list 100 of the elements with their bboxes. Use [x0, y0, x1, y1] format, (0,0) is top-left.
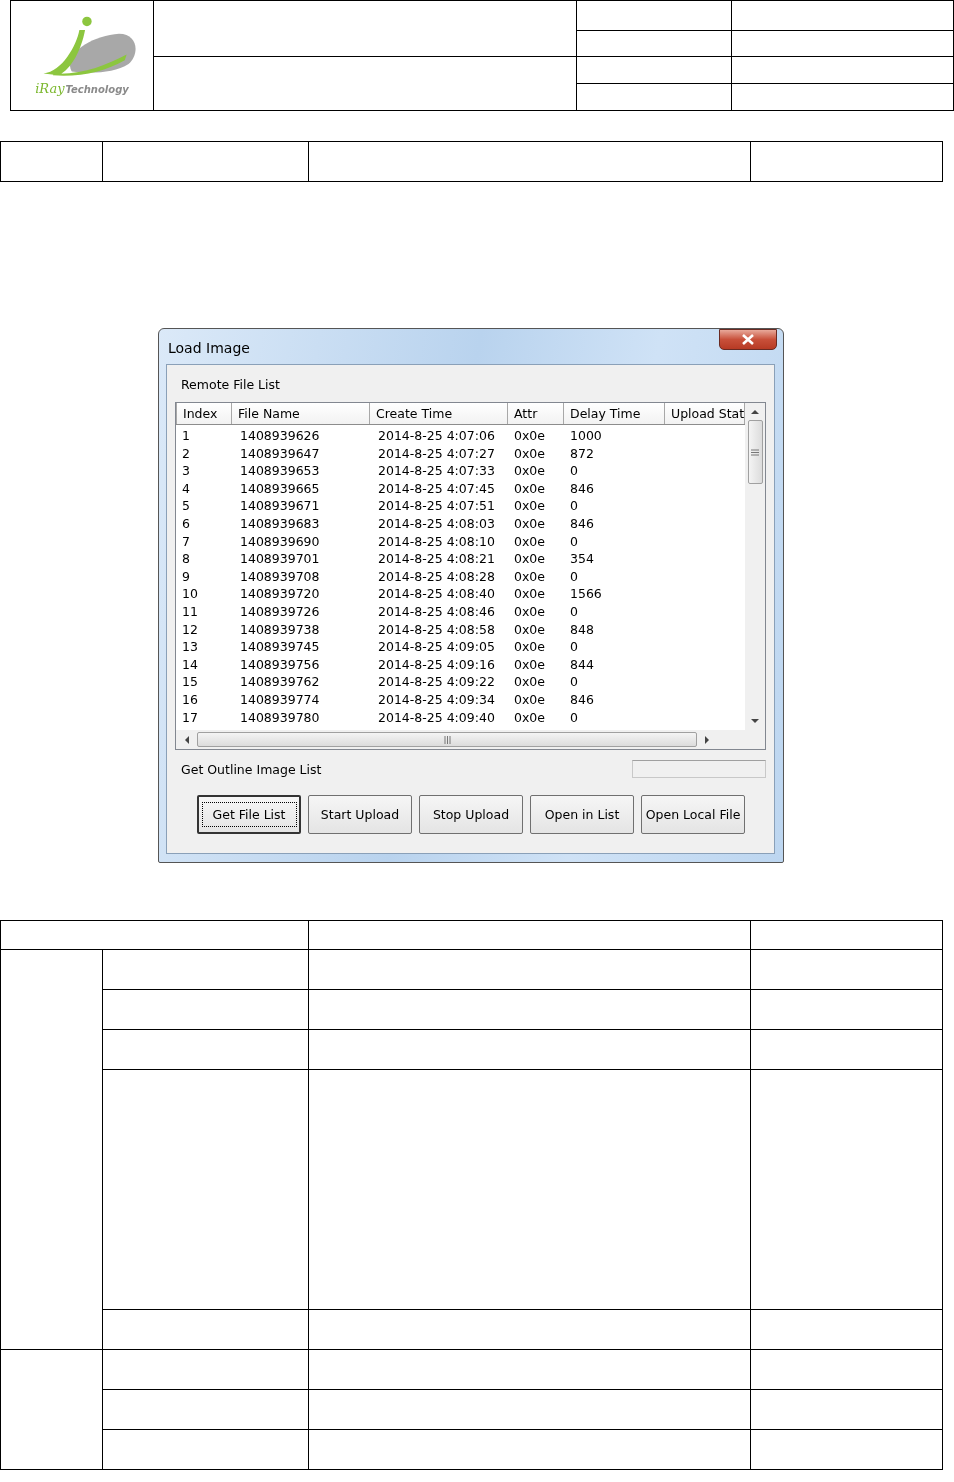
scroll-right-arrow-icon[interactable]	[705, 735, 710, 744]
table-cell: 4	[182, 480, 190, 496]
table-cell: 2	[182, 445, 190, 461]
table-cell: 0x0e	[514, 639, 545, 655]
column-header[interactable]: Delay Time	[564, 403, 665, 424]
table-cell: 1566	[570, 586, 602, 602]
table-cell: 2014-8-25 4:08:03	[378, 515, 495, 531]
table-cell: 0x0e	[514, 568, 545, 584]
table-cell: 10	[182, 586, 198, 602]
table-cell: 1408939720	[240, 586, 320, 602]
table-cell: 2014-8-25 4:09:05	[378, 639, 495, 655]
logo-tagline: Technology	[65, 84, 129, 95]
table-cell: 1408939708	[240, 568, 320, 584]
table-cell: 1408939780	[240, 709, 320, 725]
table-cell: 0x0e	[514, 691, 545, 707]
logo-brand: iRay	[35, 81, 65, 96]
table-cell: 1000	[570, 428, 602, 443]
table-cell: 16	[182, 691, 198, 707]
table-cell: 0x0e	[514, 445, 545, 461]
table-cell: 2014-8-25 4:07:27	[378, 445, 495, 461]
table-cell: 848	[570, 621, 594, 637]
table-cell: 0x0e	[514, 586, 545, 602]
dialog-button[interactable]: Stop Upload	[419, 795, 523, 834]
table-cell: 846	[570, 515, 594, 531]
dialog-button[interactable]: Get File List	[197, 795, 301, 834]
table-cell: 2014-8-25 4:09:22	[378, 674, 495, 690]
column-header[interactable]: Attr	[508, 403, 564, 424]
table-cell: 354	[570, 551, 594, 567]
table-cell: 1408939756	[240, 656, 320, 672]
table-cell: 3	[182, 463, 190, 479]
table-cell: 846	[570, 480, 594, 496]
table-cell: 13	[182, 639, 198, 655]
table-cell: 8	[182, 551, 190, 567]
table-cell: 0	[570, 603, 578, 619]
window-title: Load Image	[168, 339, 250, 356]
table-cell: 2014-8-25 4:08:10	[378, 533, 495, 549]
table-cell: 846	[570, 691, 594, 707]
table-cell: 0x0e	[514, 533, 545, 549]
table-cell: 1408939738	[240, 621, 320, 637]
scroll-down-arrow-icon[interactable]	[751, 719, 759, 724]
table-cell: 0x0e	[514, 551, 545, 567]
table-cell: 1408939626	[240, 428, 320, 443]
table-cell: 2014-8-25 4:09:40	[378, 709, 495, 725]
table-cell: 2014-8-25 4:07:06	[378, 428, 495, 443]
table-cell: 6	[182, 515, 190, 531]
table-cell: 2014-8-25 4:08:46	[378, 603, 495, 619]
table-cell: 1408939653	[240, 463, 320, 479]
scrollbar-thumb[interactable]	[197, 732, 697, 747]
table-cell: 0	[570, 533, 578, 549]
table-cell: 0	[570, 568, 578, 584]
dialog-button[interactable]: Start Upload	[308, 795, 412, 834]
table-cell: 1408939671	[240, 498, 320, 514]
table-cell: 0x0e	[514, 463, 545, 479]
table-cell: 0x0e	[514, 603, 545, 619]
column-header[interactable]: File Name	[232, 403, 370, 424]
table-cell: 1408939726	[240, 603, 320, 619]
table-cell: 2014-8-25 4:08:58	[378, 621, 495, 637]
table-cell: 2014-8-25 4:08:21	[378, 551, 495, 567]
table-cell: 1408939665	[240, 480, 320, 496]
table-cell: 2014-8-25 4:07:33	[378, 463, 495, 479]
column-header[interactable]: Index	[176, 403, 232, 424]
table-cell: 0x0e	[514, 480, 545, 496]
table-cell: 0x0e	[514, 498, 545, 514]
table-cell: 17	[182, 709, 198, 725]
table-cell: 15	[182, 674, 198, 690]
scroll-up-arrow-icon[interactable]	[751, 409, 759, 414]
table-cell: 1408939690	[240, 533, 320, 549]
table-cell: 0	[570, 639, 578, 655]
table-cell: 1408939683	[240, 515, 320, 531]
dialog-button[interactable]: Open Local File	[641, 795, 745, 834]
table-cell: 0x0e	[514, 656, 545, 672]
scroll-left-arrow-icon[interactable]	[184, 735, 189, 744]
table-cell: 2014-8-25 4:07:45	[378, 480, 495, 496]
table-cell: 0x0e	[514, 428, 545, 443]
table-cell: 14	[182, 656, 198, 672]
table-cell: 1408939745	[240, 639, 320, 655]
table-cell: 1408939762	[240, 674, 320, 690]
column-header[interactable]: Create Time	[370, 403, 508, 424]
close-icon	[742, 334, 754, 345]
table-cell: 0x0e	[514, 621, 545, 637]
group-label: Remote File List	[181, 377, 281, 393]
table-cell: 0x0e	[514, 515, 545, 531]
table-cell: 0x0e	[514, 674, 545, 690]
table-cell: 2014-8-25 4:08:40	[378, 586, 495, 602]
table-cell: 5	[182, 498, 190, 514]
table-cell: 1408939701	[240, 551, 320, 567]
table-cell: 1	[182, 428, 190, 443]
table-cell: 2014-8-25 4:09:34	[378, 691, 495, 707]
table-cell: 1408939647	[240, 445, 320, 461]
table-cell: 7	[182, 533, 190, 549]
table-cell: 2014-8-25 4:07:51	[378, 498, 495, 514]
close-button[interactable]	[719, 329, 777, 350]
status-label: Get Outline Image List	[181, 761, 322, 777]
dialog-button[interactable]: Open in List	[530, 795, 634, 834]
table-cell: 9	[182, 568, 190, 584]
table-cell: 0	[570, 709, 578, 725]
table-cell: 0	[570, 674, 578, 690]
table-cell: 1408939774	[240, 691, 320, 707]
scrollbar-thumb[interactable]	[747, 420, 763, 484]
table-cell: 2014-8-25 4:08:28	[378, 568, 495, 584]
